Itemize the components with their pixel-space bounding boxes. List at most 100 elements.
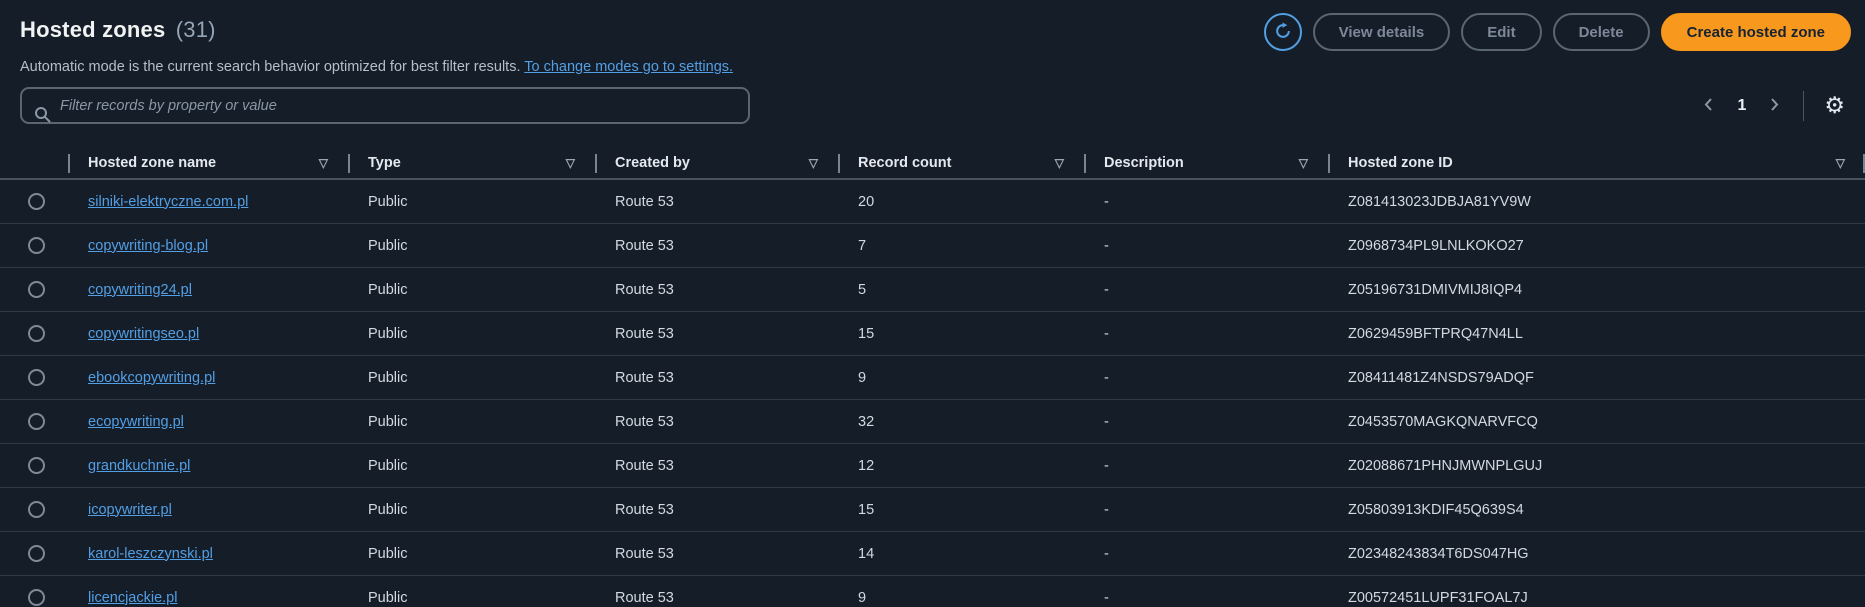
hosted-zone-link[interactable]: ecopywriting.pl xyxy=(88,414,184,430)
table-row: copywriting-blog.pl Public Route 53 7 - … xyxy=(0,224,1865,268)
zone-description-cell: - xyxy=(1104,325,1109,342)
zone-record-count-cell: 9 xyxy=(858,369,867,386)
filter-icon[interactable]: ▽ xyxy=(1055,156,1064,170)
page-number-button[interactable]: 1 xyxy=(1727,93,1756,119)
search-mode-description: Automatic mode is the current search beh… xyxy=(0,51,1865,75)
column-header-type: Type ▽ xyxy=(348,147,595,178)
zone-type-cell: Public xyxy=(368,501,408,518)
zone-record-count-cell: 14 xyxy=(858,545,875,562)
change-modes-settings-link[interactable]: To change modes go to settings. xyxy=(524,59,733,75)
chevron-left-icon xyxy=(1702,97,1715,115)
hosted-zone-name-cell: licencjackie.pl xyxy=(68,590,348,606)
row-radio-button[interactable] xyxy=(28,237,45,254)
page-title: Hosted zones (31) xyxy=(20,13,216,43)
zone-record-count-cell: 12 xyxy=(858,457,875,474)
refresh-button[interactable] xyxy=(1263,13,1302,51)
selection-column-header xyxy=(0,147,68,178)
filter-icon[interactable]: ▽ xyxy=(809,156,818,170)
row-radio-button[interactable] xyxy=(28,545,45,562)
view-details-button[interactable]: View details xyxy=(1312,13,1451,51)
row-radio-button[interactable] xyxy=(28,281,45,298)
table-row: icopywriter.pl Public Route 53 15 - Z058… xyxy=(0,488,1865,532)
zone-description-cell: - xyxy=(1104,281,1109,298)
hosted-zone-name-cell: copywritingseo.pl xyxy=(68,326,348,342)
filter-icon[interactable]: ▽ xyxy=(319,156,328,170)
table-row: ecopywriting.pl Public Route 53 32 - Z04… xyxy=(0,400,1865,444)
row-radio-button[interactable] xyxy=(28,457,45,474)
zone-created-by-cell: Route 53 xyxy=(615,413,674,430)
hosted-zone-link[interactable]: icopywriter.pl xyxy=(88,502,172,518)
column-label: Hosted zone ID xyxy=(1348,154,1453,171)
zone-id-cell: Z0453570MAGKQNARVFCQ xyxy=(1348,413,1538,430)
table-toolbar: 1 ⚙ xyxy=(0,75,1865,124)
filter-search-box xyxy=(20,87,750,124)
zone-created-by-cell: Route 53 xyxy=(615,281,674,298)
zone-id-cell: Z08411481Z4NSDS79ADQF xyxy=(1348,369,1534,386)
delete-button[interactable]: Delete xyxy=(1552,13,1650,51)
table-row: grandkuchnie.pl Public Route 53 12 - Z02… xyxy=(0,444,1865,488)
hosted-zone-link[interactable]: copywriting24.pl xyxy=(88,282,192,298)
edit-button[interactable]: Edit xyxy=(1461,13,1542,51)
row-radio-button[interactable] xyxy=(28,325,45,342)
search-mode-text: Automatic mode is the current search beh… xyxy=(20,59,521,75)
zone-count-badge: (31) xyxy=(175,17,216,42)
table-body: silniki-elektryczne.com.pl Public Route … xyxy=(0,180,1865,607)
hosted-zone-link[interactable]: copywritingseo.pl xyxy=(88,326,199,342)
zone-type-cell: Public xyxy=(368,237,408,254)
next-page-button[interactable] xyxy=(1760,91,1789,121)
hosted-zone-link[interactable]: grandkuchnie.pl xyxy=(88,458,190,474)
zone-record-count-cell: 15 xyxy=(858,501,875,518)
row-select-cell xyxy=(0,545,68,562)
row-radio-button[interactable] xyxy=(28,413,45,430)
create-hosted-zone-button[interactable]: Create hosted zone xyxy=(1660,13,1851,51)
hosted-zone-name-cell: ebookcopywriting.pl xyxy=(68,370,348,386)
gear-icon: ⚙ xyxy=(1824,92,1845,118)
row-radio-button[interactable] xyxy=(28,589,45,606)
zone-type-cell: Public xyxy=(368,589,408,606)
row-radio-button[interactable] xyxy=(28,501,45,518)
filter-icon[interactable]: ▽ xyxy=(1299,156,1308,170)
table-row: licencjackie.pl Public Route 53 9 - Z005… xyxy=(0,576,1865,607)
zone-record-count-cell: 32 xyxy=(858,413,875,430)
column-header-hosted-zone-id: Hosted zone ID ▽ xyxy=(1328,147,1865,178)
column-header-record-count: Record count ▽ xyxy=(838,147,1084,178)
column-label: Created by xyxy=(615,154,690,171)
row-select-cell xyxy=(0,457,68,474)
column-label: Description xyxy=(1104,154,1184,171)
zone-id-cell: Z02088671PHNJMWNPLGUJ xyxy=(1348,457,1543,474)
zone-record-count-cell: 5 xyxy=(858,281,867,298)
filter-records-input[interactable] xyxy=(22,89,748,122)
zone-created-by-cell: Route 53 xyxy=(615,193,674,210)
hosted-zone-link[interactable]: ebookcopywriting.pl xyxy=(88,370,215,386)
zone-description-cell: - xyxy=(1104,369,1109,386)
zone-id-cell: Z05803913KDIF45Q639S4 xyxy=(1348,501,1524,518)
row-select-cell xyxy=(0,325,68,342)
row-radio-button[interactable] xyxy=(28,369,45,386)
row-select-cell xyxy=(0,369,68,386)
hosted-zone-link[interactable]: karol-leszczynski.pl xyxy=(88,546,213,562)
zone-type-cell: Public xyxy=(368,369,408,386)
hosted-zone-name-cell: karol-leszczynski.pl xyxy=(68,546,348,562)
filter-icon[interactable]: ▽ xyxy=(1836,156,1845,170)
refresh-icon xyxy=(1274,22,1292,43)
zone-created-by-cell: Route 53 xyxy=(615,369,674,386)
zone-record-count-cell: 20 xyxy=(858,193,875,210)
table-row: ebookcopywriting.pl Public Route 53 9 - … xyxy=(0,356,1865,400)
table-row: copywritingseo.pl Public Route 53 15 - Z… xyxy=(0,312,1865,356)
hosted-zone-link[interactable]: copywriting-blog.pl xyxy=(88,238,208,254)
zone-id-cell: Z0629459BFTPRQ47N4LL xyxy=(1348,325,1523,342)
zone-created-by-cell: Route 53 xyxy=(615,325,674,342)
zone-id-cell: Z0968734PL9LNLKOKO27 xyxy=(1348,237,1524,254)
zone-description-cell: - xyxy=(1104,193,1109,210)
hosted-zone-link[interactable]: silniki-elektryczne.com.pl xyxy=(88,194,248,210)
row-select-cell xyxy=(0,413,68,430)
zone-type-cell: Public xyxy=(368,193,408,210)
previous-page-button[interactable] xyxy=(1694,91,1723,121)
preferences-button[interactable]: ⚙ xyxy=(1818,92,1851,119)
row-radio-button[interactable] xyxy=(28,193,45,210)
filter-icon[interactable]: ▽ xyxy=(566,156,575,170)
hosted-zone-link[interactable]: licencjackie.pl xyxy=(88,590,177,606)
pagination-divider xyxy=(1803,90,1805,121)
table-header-row: Hosted zone name ▽ Type ▽ Created by ▽ R… xyxy=(0,147,1865,180)
zone-record-count-cell: 15 xyxy=(858,325,875,342)
